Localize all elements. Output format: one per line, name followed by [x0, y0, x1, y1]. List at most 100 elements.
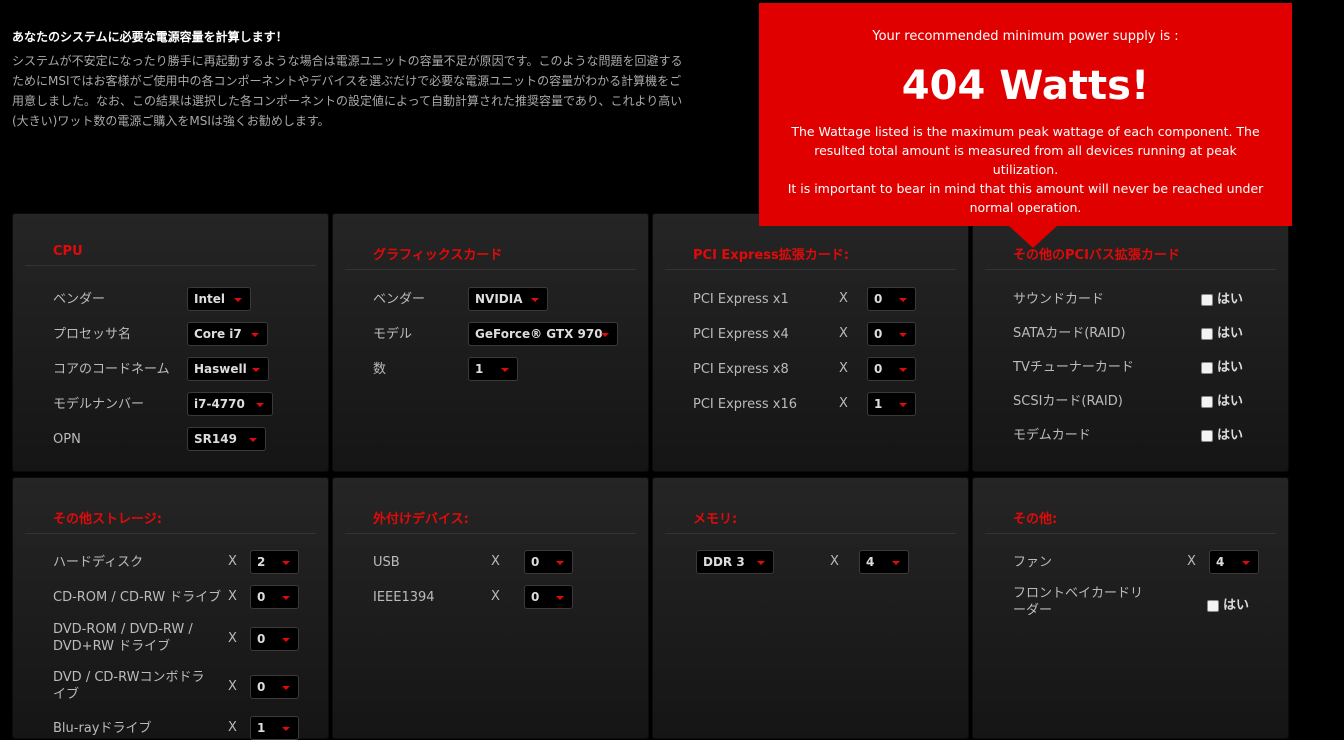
cpu-codename-label: コアのコードネーム — [53, 362, 170, 377]
chevron-down-icon — [899, 368, 907, 372]
usb-label: USB — [373, 555, 400, 570]
dvd-combo-select[interactable]: 0 — [250, 675, 299, 699]
cpu-vendor-label: ベンダー — [53, 292, 106, 307]
checkbox-label: はい — [1217, 428, 1244, 443]
dvdrom-select[interactable]: 0 — [250, 627, 299, 651]
other-panel: その他: ファン X 4 フロントベイカードリーダー はい — [972, 477, 1289, 739]
pcie-x16-label: PCI Express x16 — [693, 397, 798, 412]
multiply-symbol: X — [839, 361, 848, 376]
chevron-down-icon — [601, 333, 609, 337]
chevron-down-icon — [757, 561, 765, 565]
modem-card-checkbox[interactable]: はい — [1201, 424, 1243, 443]
select-value: 0 — [257, 632, 266, 646]
memory-title: メモリ: — [665, 508, 956, 534]
chevron-down-icon — [899, 333, 907, 337]
result-box: Your recommended minimum power supply is… — [759, 3, 1292, 248]
tv-tuner-label: TVチューナーカード — [1013, 360, 1134, 375]
intro-section: あなたのシステムに必要な電源容量を計算します！ システムが不安定になったり勝手に… — [12, 28, 702, 131]
memory-count-select[interactable]: 4 — [859, 550, 909, 574]
pcie-x1-select[interactable]: 0 — [867, 287, 916, 311]
usb-select[interactable]: 0 — [524, 550, 573, 574]
sound-card-checkbox[interactable]: はい — [1201, 288, 1243, 307]
select-value: 2 — [257, 555, 266, 569]
cpu-opn-select[interactable]: SR149 — [187, 427, 266, 451]
storage-panel: その他ストレージ: ハードディスク X 2 CD-ROM / CD-RW ドライ… — [12, 477, 329, 740]
select-value: 0 — [874, 327, 883, 341]
intro-title: あなたのシステムに必要な電源容量を計算します！ — [12, 30, 288, 44]
chevron-down-icon — [282, 596, 290, 600]
gpu-count-select[interactable]: 1 — [468, 357, 518, 381]
dvdrom-label: DVD-ROM / DVD-RW / DVD+RW ドライブ — [53, 622, 193, 654]
cpu-model-select[interactable]: i7-4770 — [187, 392, 273, 416]
bluray-select[interactable]: 1 — [250, 716, 299, 740]
pcie-title: PCI Express拡張カード: — [665, 244, 956, 270]
hdd-select[interactable]: 2 — [250, 550, 299, 574]
gpu-title: グラフィックスカード — [345, 244, 636, 270]
select-value: GeForce® GTX 970 — [475, 327, 603, 341]
cdrom-select[interactable]: 0 — [250, 585, 299, 609]
result-label: Your recommended minimum power supply is… — [872, 29, 1179, 44]
pcie-x8-select[interactable]: 0 — [867, 357, 916, 381]
checkbox-box[interactable] — [1201, 361, 1213, 374]
external-panel: 外付けデバイス: USB X 0 IEEE1394 X 0 — [332, 477, 649, 739]
chevron-down-icon — [282, 561, 290, 565]
chevron-down-icon — [556, 561, 564, 565]
select-value: 0 — [874, 362, 883, 376]
select-value: NVIDIA — [475, 292, 523, 306]
multiply-symbol: X — [228, 720, 237, 735]
pcie-x16-select[interactable]: 1 — [867, 392, 916, 416]
checkbox-box[interactable] — [1201, 429, 1213, 442]
note-line: resulted total amount is measured from a… — [814, 143, 1237, 177]
checkbox-box[interactable] — [1201, 293, 1213, 306]
cpu-processor-select[interactable]: Core i7 — [187, 322, 268, 346]
chevron-down-icon — [501, 368, 509, 372]
chevron-down-icon — [556, 596, 564, 600]
multiply-symbol: X — [228, 554, 237, 569]
scsi-card-label: SCSIカード(RAID) — [1013, 394, 1123, 409]
result-note: The Wattage listed is the maximum peak w… — [785, 122, 1266, 217]
ieee1394-select[interactable]: 0 — [524, 585, 573, 609]
gpu-vendor-label: ベンダー — [373, 292, 426, 307]
cdrom-label: CD-ROM / CD-RW ドライブ — [53, 590, 222, 605]
chevron-down-icon — [531, 298, 539, 302]
memory-type-select[interactable]: DDR 3 — [696, 550, 774, 574]
result-watts: 404 Watts! — [901, 63, 1150, 109]
card-reader-checkbox[interactable]: はい — [1207, 594, 1249, 613]
tv-tuner-checkbox[interactable]: はい — [1201, 356, 1243, 375]
cpu-codename-select[interactable]: Haswell — [187, 357, 269, 381]
storage-title: その他ストレージ: — [25, 508, 316, 534]
hdd-label: ハードディスク — [53, 555, 144, 570]
multiply-symbol: X — [228, 631, 237, 646]
chevron-down-icon — [251, 333, 259, 337]
fan-select[interactable]: 4 — [1209, 550, 1259, 574]
checkbox-label: はい — [1217, 292, 1244, 307]
sound-card-label: サウンドカード — [1013, 292, 1105, 307]
checkbox-label: はい — [1217, 394, 1244, 409]
select-value: Intel — [194, 292, 225, 306]
scsi-card-checkbox[interactable]: はい — [1201, 390, 1243, 409]
select-value: 1 — [257, 721, 266, 735]
multiply-symbol: X — [830, 554, 839, 569]
checkbox-box[interactable] — [1201, 395, 1213, 408]
cpu-processor-label: プロセッサ名 — [53, 327, 132, 342]
chevron-down-icon — [234, 298, 242, 302]
pcie-x4-select[interactable]: 0 — [867, 322, 916, 346]
checkbox-box[interactable] — [1201, 327, 1213, 340]
chevron-down-icon — [282, 638, 290, 642]
select-value: 0 — [257, 680, 266, 694]
fan-label: ファン — [1013, 555, 1053, 570]
gpu-vendor-select[interactable]: NVIDIA — [468, 287, 548, 311]
cpu-title: CPU — [25, 244, 316, 266]
chevron-down-icon — [282, 727, 290, 731]
select-value: 0 — [874, 292, 883, 306]
gpu-model-select[interactable]: GeForce® GTX 970 — [468, 322, 618, 346]
chevron-down-icon — [282, 686, 290, 690]
cpu-vendor-select[interactable]: Intel — [187, 287, 251, 311]
pci-other-panel: その他のPCIバス拡張カード サウンドカード はい SATAカード(RAID) … — [972, 213, 1289, 472]
select-value: 0 — [257, 590, 266, 604]
checkbox-box[interactable] — [1207, 599, 1219, 612]
external-title: 外付けデバイス: — [345, 508, 636, 534]
sata-card-checkbox[interactable]: はい — [1201, 322, 1243, 341]
multiply-symbol: X — [491, 589, 500, 604]
chevron-down-icon — [256, 403, 264, 407]
